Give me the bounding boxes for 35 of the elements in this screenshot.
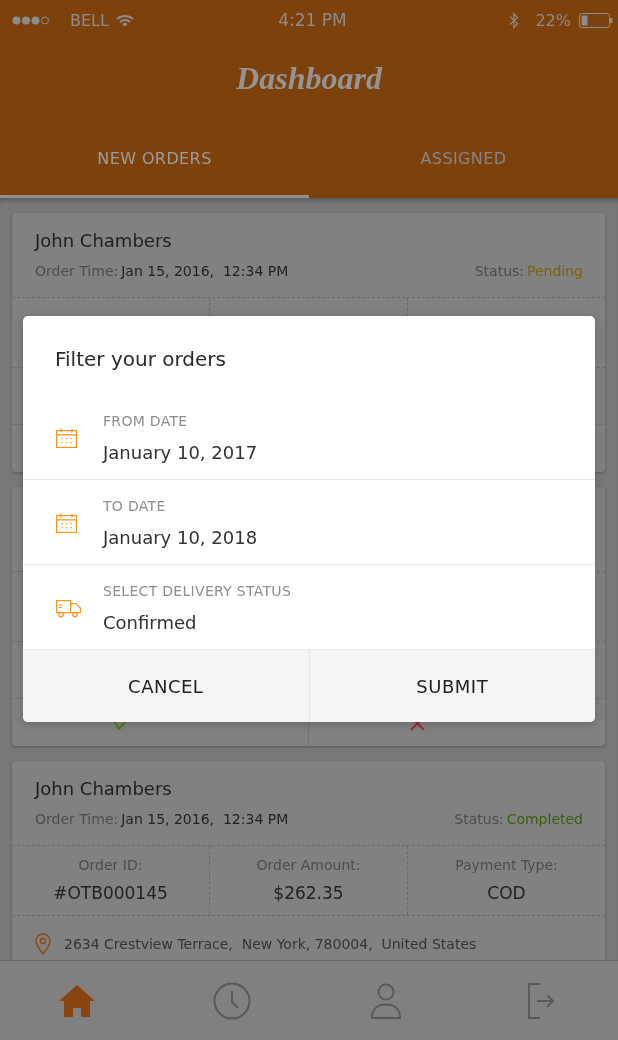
- customer-name: John Chambers: [35, 777, 172, 801]
- truck-icon: [56, 598, 81, 618]
- date-field[interactable]: January 10, 2018: [103, 526, 258, 550]
- page-title: Dashboard: [236, 59, 382, 97]
- field-label: SELECT DELIVERY STATUS: [103, 582, 292, 601]
- wifi-icon: [115, 13, 134, 27]
- order-time: Jan 15, 2016, 12:34 PM: [121, 810, 289, 829]
- detail-value: #OTB000145: [53, 882, 168, 905]
- field-label: FROM DATE: [103, 412, 188, 431]
- customer-name: John Chambers: [35, 229, 172, 253]
- detail-value: COD: [487, 882, 526, 905]
- status-value: Completed: [506, 810, 583, 829]
- bluetooth-icon: [509, 11, 520, 29]
- status-value: Pending: [527, 262, 583, 281]
- carrier-name: BELL: [70, 10, 109, 30]
- calendar-icon: [56, 428, 77, 448]
- calendar-icon: [56, 513, 77, 533]
- status-field[interactable]: Confirmed: [103, 611, 197, 635]
- signal-icon: [12, 15, 50, 25]
- dialog-button[interactable]: SUBMIT: [309, 650, 595, 722]
- clock-time: 4:21 PM: [278, 10, 347, 30]
- detail-value: $262.35: [273, 882, 344, 905]
- address-text: 2634 Crestview Terrace, New York, 780004, United States: [64, 936, 477, 952]
- dialog-button[interactable]: CANCEL: [23, 650, 310, 722]
- home-icon[interactable]: [58, 983, 97, 1018]
- clock-icon[interactable]: [212, 981, 251, 1020]
- battery-icon: [579, 12, 613, 28]
- dialog-title: Filter your orders: [55, 346, 226, 372]
- location-pin-icon: [35, 933, 51, 955]
- person-icon[interactable]: [371, 982, 402, 1019]
- date-field[interactable]: January 10, 2017: [103, 441, 258, 465]
- battery-percent: 22%: [535, 10, 571, 30]
- logout-icon[interactable]: [526, 982, 555, 1019]
- order-time: Jan 15, 2016, 12:34 PM: [121, 262, 289, 281]
- field-label: TO DATE: [103, 497, 166, 516]
